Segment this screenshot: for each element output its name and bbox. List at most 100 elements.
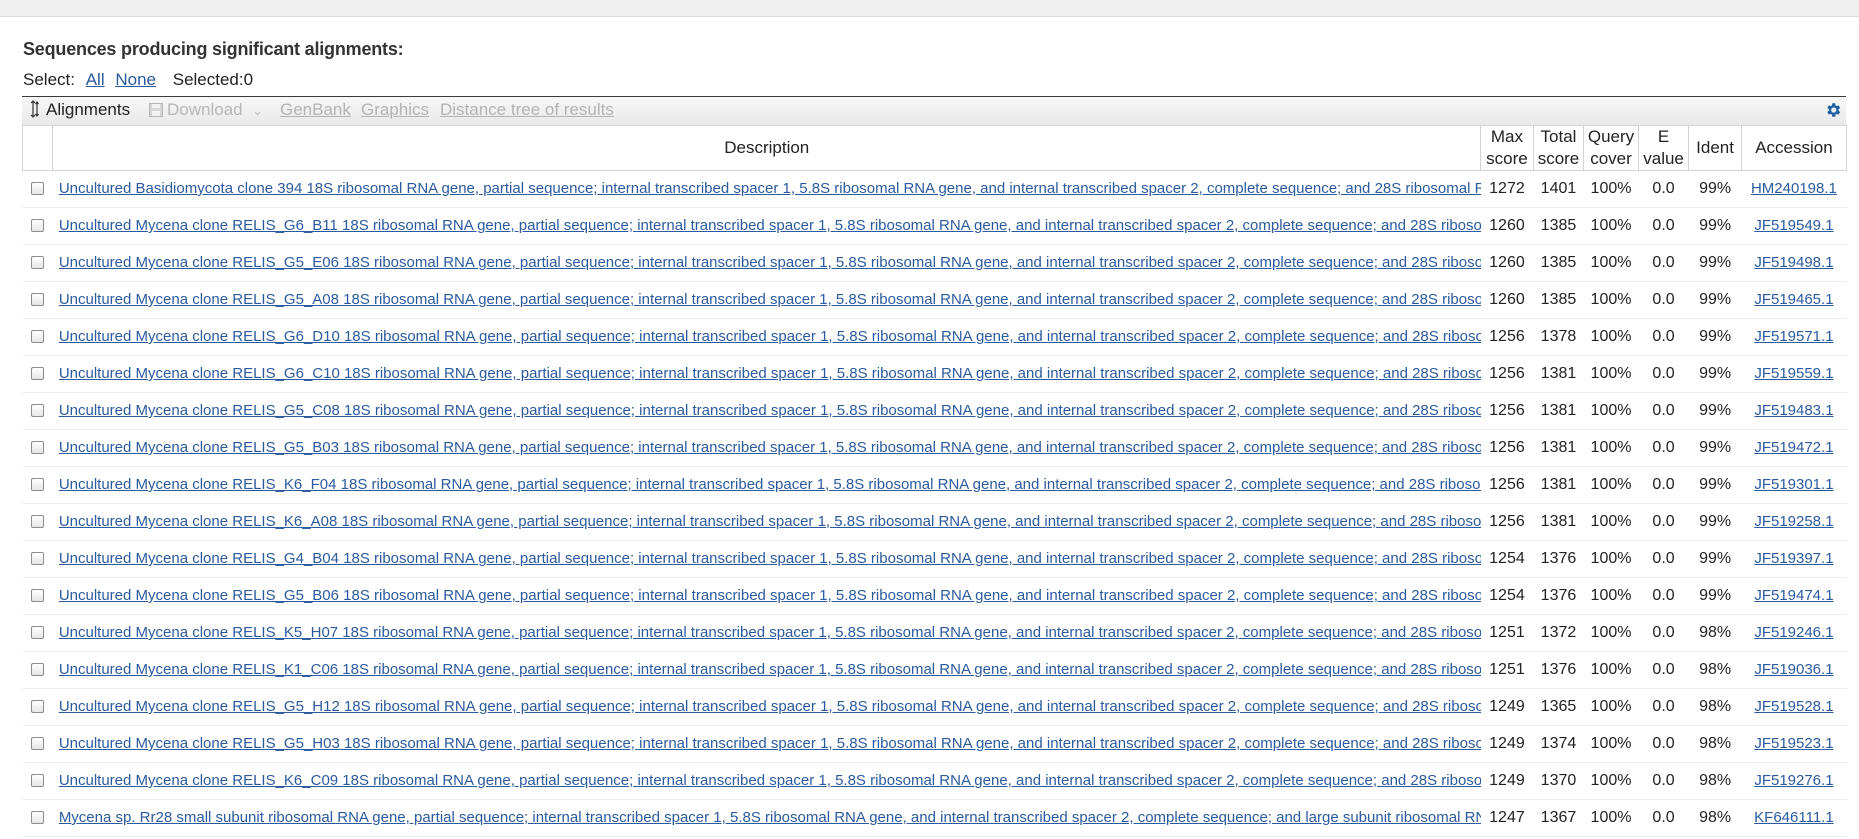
- description-link[interactable]: Uncultured Mycena clone RELIS_K1_C06 18S…: [59, 661, 1481, 678]
- select-label: Select:: [23, 70, 75, 89]
- row-checkbox[interactable]: [31, 256, 45, 270]
- ident-cell: 99%: [1688, 355, 1742, 393]
- description-link[interactable]: Uncultured Mycena clone RELIS_G5_C08 18S…: [59, 402, 1481, 419]
- header-e-value[interactable]: Evalue: [1637, 125, 1690, 171]
- description-link[interactable]: Uncultured Mycena clone RELIS_G5_H12 18S…: [59, 698, 1481, 715]
- accession-cell: JF519397.1: [1741, 540, 1847, 578]
- row-checkbox-cell: [22, 318, 53, 356]
- row-checkbox[interactable]: [31, 626, 45, 640]
- accession-link[interactable]: JF519397.1: [1754, 550, 1833, 567]
- genbank-link[interactable]: GenBank: [280, 100, 351, 120]
- row-checkbox[interactable]: [31, 441, 45, 455]
- row-checkbox[interactable]: [31, 663, 45, 677]
- ident-cell: 98%: [1688, 799, 1742, 837]
- accession-link[interactable]: JF519036.1: [1754, 661, 1833, 678]
- description-cell: Uncultured Mycena clone RELIS_K6_A08 18S…: [52, 503, 1481, 541]
- e-value-cell: 0.0: [1638, 503, 1689, 541]
- query-cover-cell: 100%: [1583, 540, 1639, 578]
- max-score-cell: 1256: [1480, 392, 1534, 430]
- description-link[interactable]: Uncultured Mycena clone RELIS_K5_H07 18S…: [59, 624, 1481, 641]
- description-link[interactable]: Uncultured Mycena clone RELIS_G5_A08 18S…: [59, 291, 1481, 308]
- row-checkbox[interactable]: [31, 774, 45, 788]
- header-ident[interactable]: Ident: [1688, 125, 1742, 171]
- description-link[interactable]: Uncultured Mycena clone RELIS_G6_B11 18S…: [59, 217, 1481, 234]
- accession-link[interactable]: JF519246.1: [1754, 624, 1833, 641]
- row-checkbox-cell: [22, 392, 53, 430]
- query-cover-cell: 100%: [1583, 688, 1639, 726]
- header-total-score[interactable]: Total score: [1532, 125, 1585, 171]
- accession-link[interactable]: JF519498.1: [1754, 254, 1833, 271]
- select-all-link[interactable]: All: [86, 70, 105, 89]
- description-link[interactable]: Uncultured Mycena clone RELIS_K6_A08 18S…: [59, 513, 1481, 530]
- accession-link[interactable]: JF519549.1: [1754, 217, 1833, 234]
- accession-link[interactable]: KF646111.1: [1754, 809, 1834, 826]
- row-checkbox[interactable]: [31, 404, 45, 418]
- gear-icon[interactable]: [1824, 101, 1842, 124]
- table-row: Uncultured Mycena clone RELIS_K5_H07 18S…: [22, 614, 1847, 652]
- description-link[interactable]: Uncultured Mycena clone RELIS_G5_E06 18S…: [59, 254, 1481, 271]
- table-row: Uncultured Mycena clone RELIS_K6_C09 18S…: [22, 762, 1847, 800]
- select-none-link[interactable]: None: [115, 70, 156, 89]
- accession-link[interactable]: JF519523.1: [1754, 735, 1833, 752]
- row-checkbox[interactable]: [31, 737, 45, 751]
- row-checkbox[interactable]: [31, 330, 45, 344]
- total-score-cell: 1385: [1533, 244, 1584, 282]
- accession-link[interactable]: JF519301.1: [1754, 476, 1833, 493]
- accession-link[interactable]: JF519559.1: [1754, 365, 1833, 382]
- ident-cell: 99%: [1688, 281, 1742, 319]
- header-accession[interactable]: Accession: [1740, 125, 1848, 171]
- total-score-cell: 1376: [1533, 651, 1584, 689]
- row-checkbox[interactable]: [31, 182, 45, 196]
- e-value-cell: 0.0: [1638, 244, 1689, 282]
- alignments-button[interactable]: Alignments: [30, 100, 130, 120]
- row-checkbox[interactable]: [31, 811, 45, 825]
- accession-link[interactable]: JF519571.1: [1754, 328, 1833, 345]
- description-link[interactable]: Uncultured Mycena clone RELIS_G6_D10 18S…: [59, 328, 1481, 345]
- row-checkbox[interactable]: [31, 367, 45, 381]
- accession-link[interactable]: JF519276.1: [1754, 772, 1833, 789]
- row-checkbox[interactable]: [31, 293, 45, 307]
- description-link[interactable]: Uncultured Mycena clone RELIS_G5_B06 18S…: [59, 587, 1481, 604]
- e-value-cell: 0.0: [1638, 392, 1689, 430]
- header-max-score[interactable]: Max score: [1480, 125, 1534, 171]
- description-cell: Uncultured Mycena clone RELIS_K5_H07 18S…: [52, 614, 1481, 652]
- accession-link[interactable]: JF519528.1: [1754, 698, 1833, 715]
- description-link[interactable]: Uncultured Mycena clone RELIS_G6_C10 18S…: [59, 365, 1481, 382]
- accession-cell: JF519465.1: [1741, 281, 1847, 319]
- description-link[interactable]: Uncultured Mycena clone RELIS_G4_B04 18S…: [59, 550, 1481, 567]
- selected-count: Selected:0: [172, 70, 254, 89]
- header-query-cover[interactable]: Query cover: [1583, 125, 1639, 171]
- header-description[interactable]: Description: [52, 125, 1482, 171]
- accession-link[interactable]: HM240198.1: [1751, 180, 1837, 197]
- accession-cell: HM240198.1: [1741, 170, 1847, 208]
- description-link[interactable]: Uncultured Mycena clone RELIS_K6_C09 18S…: [59, 772, 1481, 789]
- accession-link[interactable]: JF519465.1: [1754, 291, 1833, 308]
- description-link[interactable]: Uncultured Mycena clone RELIS_G5_B03 18S…: [59, 439, 1481, 456]
- row-checkbox[interactable]: [31, 478, 45, 492]
- graphics-link[interactable]: Graphics: [361, 100, 429, 120]
- accession-link[interactable]: JF519472.1: [1754, 439, 1833, 456]
- row-checkbox[interactable]: [31, 552, 45, 566]
- accession-link[interactable]: JF519258.1: [1754, 513, 1833, 530]
- description-link[interactable]: Uncultured Mycena clone RELIS_K6_F04 18S…: [59, 476, 1481, 493]
- description-cell: Uncultured Mycena clone RELIS_G5_C08 18S…: [52, 392, 1481, 430]
- description-link[interactable]: Uncultured Mycena clone RELIS_G5_H03 18S…: [59, 735, 1481, 752]
- accession-link[interactable]: JF519474.1: [1754, 587, 1833, 604]
- query-cover-cell: 100%: [1583, 355, 1639, 393]
- download-menu[interactable]: Download ⌄: [149, 100, 263, 120]
- distance-tree-link[interactable]: Distance tree of results: [440, 100, 614, 120]
- total-score-cell: 1381: [1533, 503, 1584, 541]
- row-checkbox[interactable]: [31, 589, 45, 603]
- description-link[interactable]: Uncultured Basidiomycota clone 394 18S r…: [59, 180, 1481, 197]
- row-checkbox[interactable]: [31, 515, 45, 529]
- max-score-cell: 1251: [1480, 614, 1534, 652]
- row-checkbox[interactable]: [31, 700, 45, 714]
- max-score-cell: 1249: [1480, 762, 1534, 800]
- max-score-cell: 1260: [1480, 207, 1534, 245]
- description-link[interactable]: Mycena sp. Rr28 small subunit ribosomal …: [59, 809, 1481, 826]
- row-checkbox-cell: [22, 207, 53, 245]
- e-value-cell: 0.0: [1638, 577, 1689, 615]
- total-score-cell: 1401: [1533, 170, 1584, 208]
- row-checkbox[interactable]: [31, 219, 45, 233]
- accession-link[interactable]: JF519483.1: [1754, 402, 1833, 419]
